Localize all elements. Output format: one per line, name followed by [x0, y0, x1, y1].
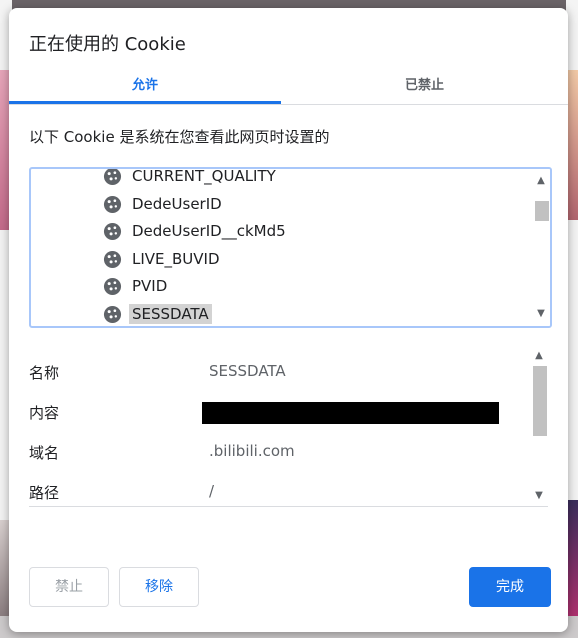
cookie-list-item[interactable]: LIVE_BUVID: [31, 246, 526, 274]
tab-bar: 允许 已禁止: [9, 72, 568, 105]
remove-button[interactable]: 移除: [119, 567, 199, 607]
detail-value: SESSDATA: [209, 362, 286, 380]
detail-label: 名称: [29, 364, 60, 382]
detail-row-path: 路径 /: [29, 470, 524, 506]
detail-label: 域名: [29, 444, 60, 462]
detail-row-name: 名称 SESSDATA: [29, 350, 524, 390]
cookie-icon: [103, 195, 122, 214]
cookie-name: CURRENT_QUALITY: [132, 167, 276, 185]
cookie-icon: [103, 169, 122, 186]
cookie-icon: [103, 277, 122, 296]
tab-blocked[interactable]: 已禁止: [281, 72, 568, 104]
scroll-thumb[interactable]: [535, 201, 549, 221]
cookie-name: SESSDATA: [129, 303, 212, 324]
cookie-list-item[interactable]: PVID: [31, 273, 526, 301]
scroll-up-icon[interactable]: ▲: [532, 173, 550, 189]
cookies-description: 以下 Cookie 是系统在您查看此网页时设置的: [29, 128, 330, 146]
block-button[interactable]: 禁止: [29, 567, 109, 607]
cookie-icon: [103, 222, 122, 241]
cookie-name: DedeUserID: [132, 194, 222, 213]
detail-label: 路径: [29, 484, 60, 502]
tab-allowed[interactable]: 允许: [9, 72, 281, 104]
cookie-list[interactable]: CURRENT_QUALITY DedeUserID DedeUserID__ckM…: [29, 167, 552, 328]
cookie-name: PVID: [132, 277, 168, 295]
cookie-list-scrollbar[interactable]: ▲ ▼: [532, 169, 550, 326]
cookie-list-item[interactable]: SESSDATA: [31, 301, 526, 327]
cookie-list-item[interactable]: DedeUserID__ckMd5: [31, 218, 526, 246]
scroll-up-icon[interactable]: ▲: [530, 348, 548, 364]
cookie-list-item[interactable]: CURRENT_QUALITY: [31, 167, 526, 191]
cookie-details: 名称 SESSDATA 内容 域名 .bilibili.com 路径 / ▲ ▼: [29, 344, 548, 507]
redacted-content: [202, 402, 499, 424]
detail-value: .bilibili.com: [209, 442, 295, 460]
cookie-list-item[interactable]: DedeUserID: [31, 191, 526, 219]
cookie-name: LIVE_BUVID: [132, 249, 220, 268]
details-scrollbar[interactable]: ▲ ▼: [530, 344, 548, 506]
done-button[interactable]: 完成: [469, 567, 551, 607]
dialog-title: 正在使用的 Cookie: [29, 34, 186, 55]
scroll-down-icon[interactable]: ▼: [532, 306, 550, 322]
cookie-icon: [103, 305, 122, 324]
detail-value: /: [209, 482, 215, 500]
cookie-name: DedeUserID__ckMd5: [132, 222, 286, 240]
detail-label: 内容: [29, 404, 60, 422]
cookies-dialog: 正在使用的 Cookie 允许 已禁止 以下 Cookie 是系统在您查看此网页…: [9, 8, 568, 632]
cookie-icon: [103, 250, 122, 269]
scroll-down-icon[interactable]: ▼: [530, 488, 548, 504]
scroll-thumb[interactable]: [533, 366, 547, 436]
cookie-list-rows: CURRENT_QUALITY DedeUserID DedeUserID__ckM…: [31, 167, 526, 327]
detail-row-domain: 域名 .bilibili.com: [29, 430, 524, 470]
detail-row-content: 内容: [29, 390, 524, 430]
